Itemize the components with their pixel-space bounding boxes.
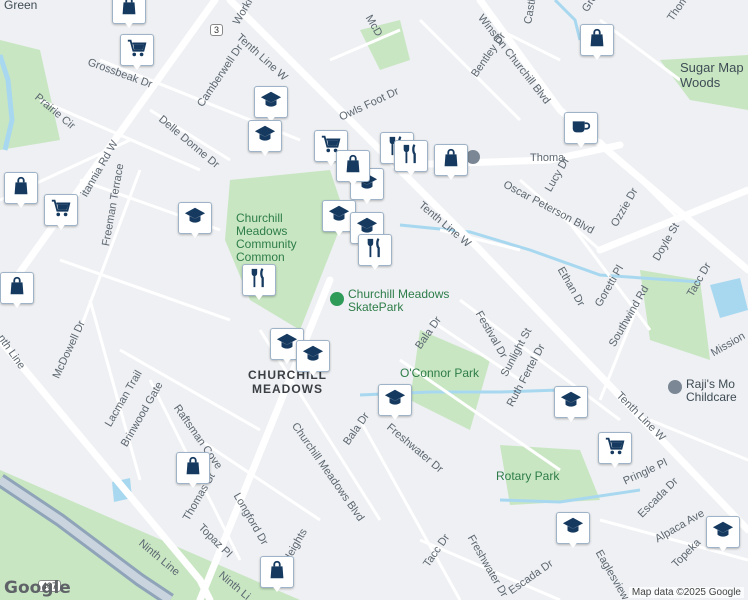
map-pin-shopping-bag[interactable] (580, 24, 614, 64)
shopping-bag-icon (6, 275, 28, 302)
pin-tail (307, 368, 319, 376)
school-icon (302, 343, 324, 370)
pin-tail (55, 222, 67, 230)
map-pin-school[interactable] (178, 202, 212, 242)
pin-tail (567, 540, 579, 548)
map-pin-restaurant[interactable] (242, 264, 276, 304)
map-pin-shopping-bag[interactable] (260, 556, 294, 596)
pin-tail (347, 178, 359, 186)
map-pin-restaurant[interactable] (394, 140, 428, 180)
pin-tail (609, 460, 621, 468)
map-pin-restaurant[interactable] (358, 234, 392, 274)
restaurant-icon (400, 143, 422, 170)
pin-tail (565, 414, 577, 422)
school-icon (560, 389, 582, 416)
shopping-bag-icon (342, 153, 364, 180)
label-oconnor-park: O'Connor Park (400, 366, 479, 380)
pin-tail (281, 356, 293, 364)
map-pin-school[interactable] (554, 386, 588, 426)
label-green: Green (4, 0, 38, 12)
map-pin-shopping-bag[interactable] (4, 172, 38, 212)
school-icon (184, 205, 206, 232)
pin-tail (575, 140, 587, 148)
childcare-icon (668, 380, 682, 394)
pin-tail (131, 62, 143, 70)
map-pin-school[interactable] (556, 512, 590, 552)
shopping-bag-icon (586, 27, 608, 54)
shopping-bag-icon (182, 455, 204, 482)
shopping-cart-icon (50, 197, 72, 224)
pin-tail (369, 262, 381, 270)
cafe-icon (570, 115, 592, 142)
pin-tail (591, 52, 603, 60)
church-icon (466, 150, 480, 164)
restaurant-icon (248, 267, 270, 294)
shopping-cart-icon (604, 435, 626, 462)
school-icon (254, 123, 276, 150)
map-pin-shopping-bag[interactable] (176, 452, 210, 492)
pin-tail (405, 168, 417, 176)
shopping-bag-icon (10, 175, 32, 202)
school-icon (562, 515, 584, 542)
map-attribution: Map data ©2025 Google (628, 587, 744, 598)
pin-tail (15, 200, 27, 208)
shopping-bag-icon (118, 0, 140, 22)
shopping-cart-icon (126, 37, 148, 64)
pin-tail (11, 300, 23, 308)
pin-tail (123, 20, 135, 28)
pin-tail (445, 172, 457, 180)
pin-tail (271, 584, 283, 592)
school-icon (260, 89, 282, 116)
map-pin-shopping-bag[interactable] (434, 144, 468, 184)
restaurant-icon (364, 237, 386, 264)
school-icon (712, 519, 734, 546)
park-icon (330, 292, 344, 306)
label-rajis-montessori: Raji's Mo Childcare (686, 377, 737, 404)
pin-tail (361, 196, 373, 204)
pin-tail (389, 412, 401, 420)
label-churchill-meadows-skatepark: Churchill Meadows SkatePark (348, 287, 450, 314)
google-logo: Google (4, 578, 71, 598)
route-3-shield: 3 (210, 24, 224, 36)
pin-tail (253, 292, 265, 300)
label-churchill-meadows-community-common: Churchill Meadows Community Common (236, 211, 297, 264)
shopping-bag-icon (266, 559, 288, 586)
map-pin-shopping-bag[interactable] (336, 150, 370, 190)
map-pin-school[interactable] (706, 516, 740, 556)
pin-tail (717, 544, 729, 552)
map-pin-shopping-cart[interactable] (598, 432, 632, 472)
pin-tail (187, 480, 199, 488)
map-pin-shopping-bag[interactable] (112, 0, 146, 32)
map-pin-shopping-cart[interactable] (120, 34, 154, 74)
map-pin-shopping-bag[interactable] (0, 272, 34, 312)
pin-tail (189, 230, 201, 238)
shopping-bag-icon (440, 147, 462, 174)
label-sugar-maple-woods: Sugar Map Woods (680, 60, 744, 90)
map-pin-school[interactable] (378, 384, 412, 424)
school-icon (276, 331, 298, 358)
school-icon (328, 203, 350, 230)
map-canvas[interactable]: 3 407 Green Workman Rd McD Winston Churc… (0, 0, 748, 600)
label-rotary-park: Rotary Park (496, 469, 560, 483)
map-pin-school[interactable] (296, 340, 330, 380)
pin-tail (333, 228, 345, 236)
map-pin-school[interactable] (248, 120, 282, 160)
map-pin-shopping-cart[interactable] (44, 194, 78, 234)
pin-tail (259, 148, 271, 156)
school-icon (384, 387, 406, 414)
map-pin-cafe[interactable] (564, 112, 598, 152)
